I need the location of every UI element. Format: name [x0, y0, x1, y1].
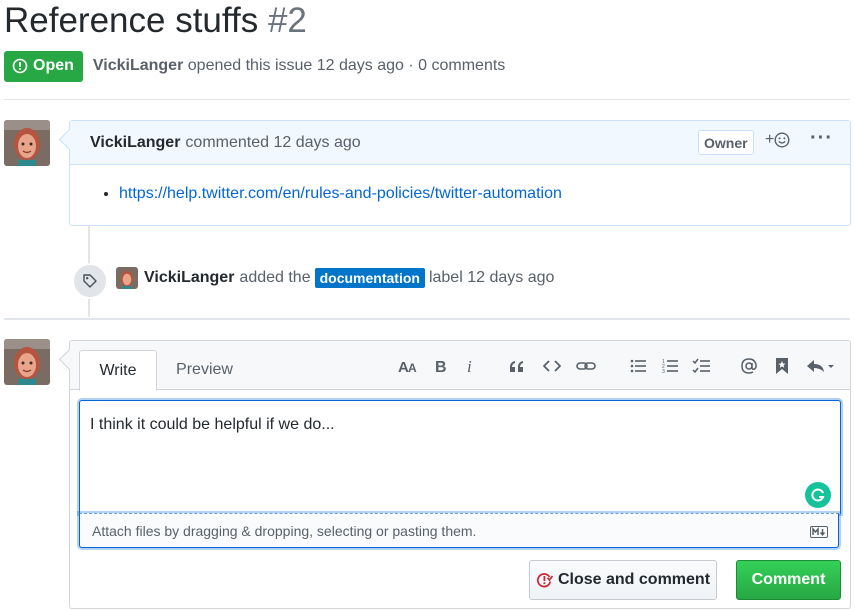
close-and-comment-button[interactable]: Close and comment — [529, 560, 717, 600]
avatar[interactable] — [4, 339, 50, 385]
comment-textarea-value: I think it could be helpful if we do... — [90, 416, 335, 433]
attach-files-hint: Attach files by dragging & dropping, sel… — [92, 522, 477, 539]
timeline-badge — [72, 263, 108, 299]
text-size-icon[interactable]: AA — [398, 355, 420, 377]
issue-meta: Open VickiLanger opened this issue 12 da… — [4, 50, 505, 82]
issue-closed-icon — [536, 572, 553, 587]
issue-state-label: Open — [33, 57, 74, 74]
issue-opened-icon — [12, 58, 28, 74]
unordered-list-icon[interactable] — [630, 355, 646, 377]
issue-title-text: Reference stuffs — [4, 1, 259, 40]
markdown-icon[interactable] — [810, 525, 828, 541]
tab-preview[interactable]: Preview — [162, 350, 247, 389]
list-item: https://help.twitter.com/en/rules-and-po… — [119, 185, 850, 203]
event-text-before: added the — [239, 269, 311, 286]
saved-reply-icon[interactable] — [775, 355, 789, 377]
comment-timestamp[interactable]: commented 12 days ago — [185, 134, 360, 152]
close-and-comment-label: Close and comment — [557, 571, 711, 588]
svg-text:i: i — [467, 358, 472, 374]
comment-editor: Write Preview AA B i 123 I think it coul… — [69, 340, 851, 609]
comment-textarea[interactable]: I think it could be helpful if we do... — [79, 400, 841, 514]
link-icon[interactable] — [576, 355, 596, 377]
comment-author-link[interactable]: VickiLanger — [90, 134, 180, 152]
issue-state-badge: Open — [4, 50, 83, 82]
bold-icon[interactable]: B — [435, 355, 447, 377]
quote-icon[interactable] — [508, 355, 526, 377]
comment-box: VickiLanger commented 12 days ago Owner … — [69, 120, 851, 226]
comment-header: VickiLanger commented 12 days ago Owner … — [70, 121, 850, 165]
label-event: VickiLanger added the documentation labe… — [116, 266, 554, 290]
twitter-automation-link[interactable]: https://help.twitter.com/en/rules-and-po… — [119, 185, 562, 202]
grammarly-icon[interactable] — [805, 482, 831, 508]
code-icon[interactable] — [543, 355, 561, 377]
ordered-list-icon[interactable]: 123 — [662, 355, 678, 377]
svg-text:A: A — [408, 361, 417, 374]
task-list-icon[interactable] — [692, 355, 710, 377]
tag-icon — [83, 274, 97, 288]
reply-arrow-icon[interactable] — [806, 355, 836, 377]
attach-files-bar[interactable]: Attach files by dragging & dropping, sel… — [79, 513, 839, 548]
svg-text:3: 3 — [662, 369, 665, 374]
timeline-divider — [4, 318, 850, 320]
smiley-icon — [774, 132, 790, 148]
comment-button[interactable]: Comment — [736, 560, 841, 600]
issue-author-link[interactable]: VickiLanger — [93, 57, 183, 74]
header-divider — [4, 99, 850, 100]
tab-write[interactable]: Write — [79, 350, 157, 391]
owner-badge: Owner — [698, 130, 754, 155]
comment-more-button[interactable]: ··· — [810, 127, 833, 150]
event-actor-link[interactable]: VickiLanger — [144, 269, 234, 287]
issue-number: #2 — [267, 1, 307, 40]
event-avatar[interactable] — [116, 267, 138, 289]
issue-meta-text: VickiLanger opened this issue 12 days ag… — [93, 57, 505, 75]
event-text-after: label 12 days ago — [428, 269, 555, 286]
avatar[interactable] — [4, 120, 50, 166]
reaction-plus-label: + — [765, 131, 775, 148]
add-reaction-button[interactable]: + — [765, 131, 790, 149]
italic-icon[interactable]: i — [466, 355, 476, 377]
documentation-label[interactable]: documentation — [314, 268, 425, 288]
issue-title: Reference stuffs #2 — [4, 0, 307, 42]
svg-text:B: B — [435, 359, 447, 374]
comment-body: https://help.twitter.com/en/rules-and-po… — [70, 165, 850, 203]
editor-header: Write Preview AA B i 123 — [70, 341, 850, 391]
issue-opened-text: opened this issue 12 days ago · 0 commen… — [187, 57, 506, 74]
mention-icon[interactable] — [740, 355, 758, 377]
